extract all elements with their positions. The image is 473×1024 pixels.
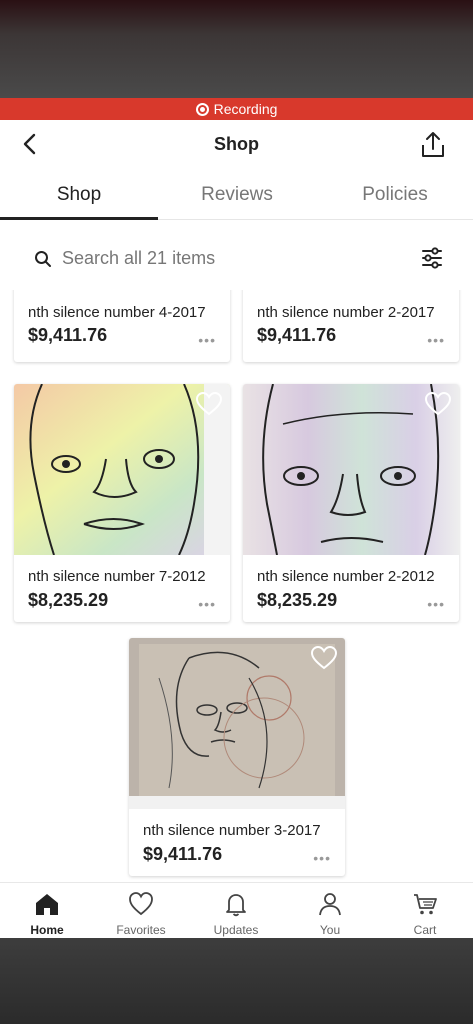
bell-icon bbox=[226, 894, 246, 917]
listing-image[interactable] bbox=[129, 638, 345, 809]
listing-card[interactable]: nth silence number 3-2017 $9,411.76 ••• bbox=[129, 638, 345, 876]
more-options-icon[interactable]: ••• bbox=[427, 332, 445, 348]
nav-home[interactable]: Home bbox=[0, 883, 94, 939]
more-options-icon[interactable]: ••• bbox=[198, 596, 216, 612]
nav-label: You bbox=[319, 923, 341, 937]
home-icon bbox=[36, 894, 58, 915]
person-icon bbox=[319, 893, 341, 916]
nav-cart[interactable]: Cart bbox=[378, 883, 472, 939]
record-icon bbox=[195, 102, 209, 116]
more-options-icon[interactable]: ••• bbox=[198, 332, 216, 348]
nav-favorites[interactable]: Favorites bbox=[94, 883, 188, 939]
listing-title: nth silence number 4-2017 bbox=[28, 304, 206, 321]
recording-label: Recording bbox=[213, 101, 278, 117]
listing-price: $9,411.76 bbox=[257, 325, 337, 345]
listing-price: $8,235.29 bbox=[28, 590, 109, 610]
more-options-icon[interactable]: ••• bbox=[313, 850, 331, 866]
listing-price: $9,411.76 bbox=[143, 844, 223, 864]
tab-reviews[interactable]: Reviews bbox=[158, 170, 316, 220]
listing-price: $9,411.76 bbox=[28, 325, 108, 345]
listing-image[interactable] bbox=[243, 384, 459, 555]
listing-title: nth silence number 2-2012 bbox=[257, 568, 435, 585]
status-bar-blur bbox=[0, 0, 473, 98]
filter-icon[interactable] bbox=[420, 246, 444, 270]
nav-label: Home bbox=[30, 923, 64, 937]
nav-you[interactable]: You bbox=[283, 883, 377, 939]
tab-policies[interactable]: Policies bbox=[316, 170, 473, 220]
listing-grid: nth silence number 4-2017 $9,411.76 ••• … bbox=[0, 290, 473, 882]
nav-label: Cart bbox=[413, 923, 437, 937]
recording-banner: Recording bbox=[0, 98, 473, 120]
nav-label: Updates bbox=[213, 923, 259, 937]
favorite-heart-icon[interactable] bbox=[196, 392, 222, 416]
page-title: Shop bbox=[214, 134, 259, 154]
favorite-heart-icon[interactable] bbox=[311, 646, 337, 670]
share-icon[interactable] bbox=[418, 130, 448, 160]
app-header: Shop bbox=[0, 120, 473, 170]
tab-shop[interactable]: Shop bbox=[0, 170, 158, 220]
nav-updates[interactable]: Updates bbox=[189, 883, 283, 939]
cart-icon bbox=[414, 894, 437, 915]
search-input[interactable]: Search all 21 items bbox=[62, 248, 215, 269]
bottom-blur bbox=[0, 938, 473, 1024]
listing-price: $8,235.29 bbox=[257, 590, 338, 610]
bottom-nav: Home Favorites Updates You Cart bbox=[0, 882, 473, 938]
nav-label: Favorites bbox=[116, 923, 166, 937]
active-tab-indicator bbox=[0, 217, 158, 220]
listing-card[interactable]: nth silence number 2-2012 $8,235.29 ••• bbox=[243, 384, 459, 622]
listing-image[interactable] bbox=[14, 384, 230, 555]
more-options-icon[interactable]: ••• bbox=[427, 596, 445, 612]
listing-card[interactable]: nth silence number 2-2017 $9,411.76 ••• bbox=[243, 290, 459, 362]
search-bar[interactable]: Search all 21 items bbox=[0, 230, 473, 288]
shop-tabs: Shop Reviews Policies bbox=[0, 170, 473, 220]
listing-card[interactable]: nth silence number 4-2017 $9,411.76 ••• bbox=[14, 290, 230, 362]
listing-title: nth silence number 7-2012 bbox=[28, 568, 206, 585]
listing-title: nth silence number 2-2017 bbox=[257, 304, 435, 321]
listing-card[interactable]: nth silence number 7-2012 $8,235.29 ••• bbox=[14, 384, 230, 622]
favorite-heart-icon[interactable] bbox=[425, 392, 451, 416]
search-icon bbox=[35, 251, 51, 267]
heart-icon bbox=[129, 892, 153, 916]
listing-title: nth silence number 3-2017 bbox=[143, 822, 321, 839]
